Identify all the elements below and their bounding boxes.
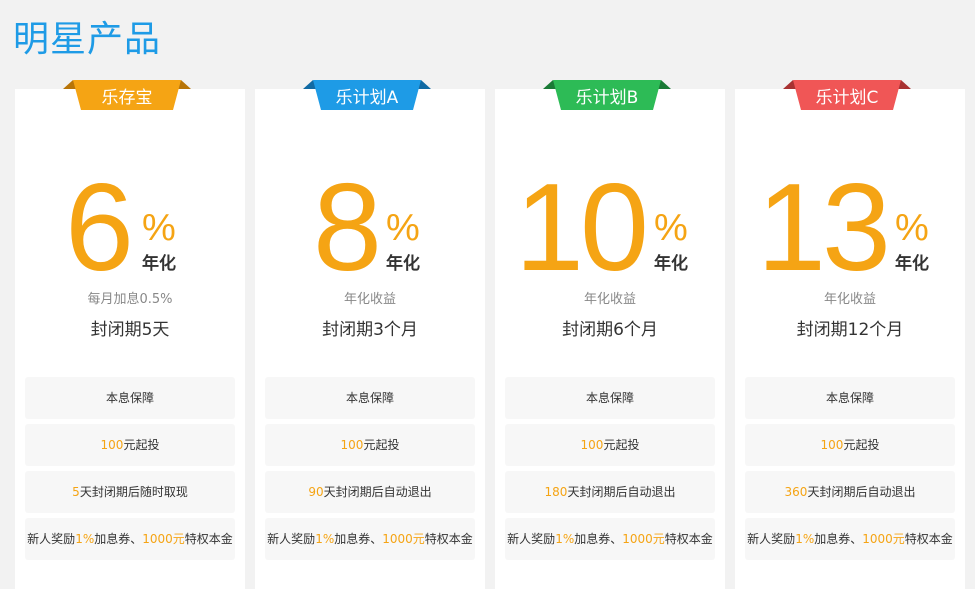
rate-unit: 年化 [654, 254, 688, 274]
bonus-suffix: 特权本金 [904, 532, 953, 546]
product-card-plan-b[interactable]: 乐计划B 10 % 年化 年化收益 封闭期6个月 本息保障 100元起投 180… [495, 80, 725, 589]
min-amount: 100 [340, 438, 364, 452]
term-days: 5 [72, 485, 80, 499]
term-days: 90 [308, 485, 324, 499]
bonus-prefix: 新人奖励 [27, 532, 76, 546]
bonus-suffix: 特权本金 [184, 532, 233, 546]
min-suffix: 元起投 [123, 438, 160, 452]
bonus-rate: 1% [795, 532, 815, 546]
rate-value: 6 [65, 159, 134, 297]
lock-period: 封闭期12个月 [796, 320, 904, 340]
product-name: 乐存宝 [101, 88, 153, 108]
lock-period: 封闭期6个月 [562, 320, 658, 340]
bonus-suffix: 特权本金 [424, 532, 473, 546]
feature-bonus: 新人奖励1%加息券、1000元特权本金 [25, 518, 235, 560]
rate-value: 8 [313, 159, 382, 297]
feature-text: 本息保障 [585, 391, 634, 405]
min-amount: 100 [100, 438, 124, 452]
rate-unit: 年化 [895, 254, 929, 274]
feature-term: 90天封闭期后自动退出 [265, 471, 475, 513]
bonus-middle: 加息券、 [574, 532, 623, 546]
rate-percent-sign: % [142, 207, 176, 249]
feature-guarantee: 本息保障 [745, 377, 955, 419]
bonus-suffix: 特权本金 [664, 532, 713, 546]
feature-guarantee: 本息保障 [25, 377, 235, 419]
feature-bonus: 新人奖励1%加息券、1000元特权本金 [745, 518, 955, 560]
bonus-amount: 1000元 [142, 532, 185, 546]
feature-text: 本息保障 [345, 391, 394, 405]
rate-unit: 年化 [142, 254, 176, 274]
feature-term: 180天封闭期后自动退出 [505, 471, 715, 513]
term-days: 360 [784, 485, 808, 499]
bonus-rate: 1% [315, 532, 335, 546]
product-ribbon: 乐计划C [783, 80, 911, 119]
bonus-middle: 加息券、 [334, 532, 383, 546]
rate-value: 10 [515, 159, 649, 297]
term-suffix: 天封闭期后自动退出 [567, 485, 676, 499]
bonus-prefix: 新人奖励 [267, 532, 316, 546]
product-name: 乐计划C [815, 88, 879, 108]
rate-unit: 年化 [386, 254, 420, 274]
product-card-lecunbao[interactable]: 乐存宝 6 % 年化 每月加息0.5% 封闭期5天 本息保障 100元起投 5天… [15, 80, 245, 589]
page-title: 明星产品 [13, 19, 162, 60]
product-card-plan-c[interactable]: 乐计划C 13 % 年化 年化收益 封闭期12个月 本息保障 100元起投 36… [735, 80, 965, 589]
bonus-middle: 加息券、 [814, 532, 863, 546]
min-suffix: 元起投 [363, 438, 400, 452]
feature-term: 360天封闭期后自动退出 [745, 471, 955, 513]
lock-period: 封闭期3个月 [322, 320, 418, 340]
term-suffix: 天封闭期后随时取现 [79, 485, 188, 499]
feature-guarantee: 本息保障 [265, 377, 475, 419]
term-suffix: 天封闭期后自动退出 [323, 485, 432, 499]
product-name: 乐计划B [575, 88, 639, 108]
product-card-plan-a[interactable]: 乐计划A 8 % 年化 年化收益 封闭期3个月 本息保障 100元起投 90天封… [255, 80, 485, 589]
feature-min-investment: 100元起投 [265, 424, 475, 466]
bonus-prefix: 新人奖励 [507, 532, 556, 546]
rate-percent-sign: % [895, 207, 929, 249]
product-ribbon: 乐计划A [303, 80, 431, 119]
bonus-amount: 1000元 [382, 532, 425, 546]
feature-text: 本息保障 [825, 391, 874, 405]
feature-min-investment: 100元起投 [745, 424, 955, 466]
product-ribbon: 乐存宝 [63, 80, 191, 119]
rate-description: 年化收益 [343, 292, 396, 307]
feature-text: 本息保障 [105, 391, 154, 405]
rate-percent-sign: % [386, 207, 420, 249]
rate-percent-sign: % [654, 207, 688, 249]
rate-description: 每月加息0.5% [87, 292, 173, 307]
feature-min-investment: 100元起投 [25, 424, 235, 466]
bonus-rate: 1% [555, 532, 575, 546]
feature-bonus: 新人奖励1%加息券、1000元特权本金 [505, 518, 715, 560]
feature-term: 5天封闭期后随时取现 [25, 471, 235, 513]
product-name: 乐计划A [335, 88, 399, 108]
term-days: 180 [544, 485, 568, 499]
feature-min-investment: 100元起投 [505, 424, 715, 466]
lock-period: 封闭期5天 [90, 320, 170, 340]
bonus-middle: 加息券、 [94, 532, 143, 546]
term-suffix: 天封闭期后自动退出 [807, 485, 916, 499]
product-ribbon: 乐计划B [543, 80, 671, 119]
bonus-prefix: 新人奖励 [747, 532, 796, 546]
rate-description: 年化收益 [823, 292, 876, 307]
rate-description: 年化收益 [583, 292, 636, 307]
bonus-amount: 1000元 [622, 532, 665, 546]
min-suffix: 元起投 [843, 438, 880, 452]
feature-bonus: 新人奖励1%加息券、1000元特权本金 [265, 518, 475, 560]
min-amount: 100 [580, 438, 604, 452]
bonus-amount: 1000元 [862, 532, 905, 546]
min-amount: 100 [820, 438, 844, 452]
bonus-rate: 1% [75, 532, 95, 546]
min-suffix: 元起投 [603, 438, 640, 452]
feature-guarantee: 本息保障 [505, 377, 715, 419]
rate-value: 13 [757, 159, 891, 297]
